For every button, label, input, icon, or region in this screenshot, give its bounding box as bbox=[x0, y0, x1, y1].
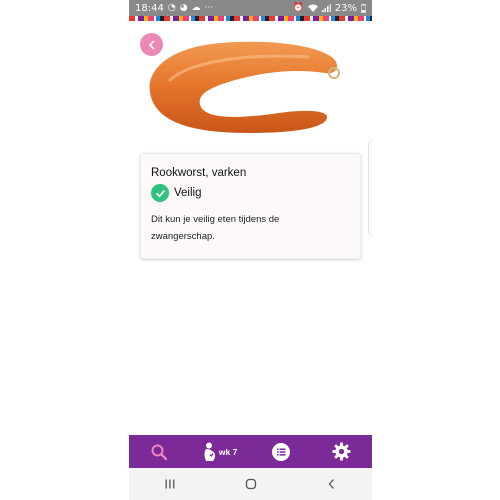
settings-gear-icon bbox=[332, 442, 351, 461]
safety-status-row: Veilig bbox=[151, 184, 350, 202]
week-label: wk 7 bbox=[218, 446, 238, 457]
chat-icon: ◕ bbox=[179, 2, 188, 13]
wifi-icon bbox=[307, 4, 318, 12]
product-name: Rookworst, varken bbox=[151, 167, 247, 179]
search-icon bbox=[151, 444, 168, 460]
chevron-left-icon bbox=[148, 40, 154, 49]
pregnancy-week-icon bbox=[204, 442, 216, 461]
bottom-navigation: wk 7 bbox=[129, 435, 372, 468]
smoked-sausage-image bbox=[149, 41, 340, 133]
back-icon bbox=[328, 479, 334, 489]
whatsapp-icon: ◔ bbox=[167, 2, 176, 13]
recent-apps-button[interactable] bbox=[150, 470, 190, 498]
product-description: Dit kun je veilig eten tijdens de zwange… bbox=[151, 214, 280, 242]
safety-status-label: Veilig bbox=[174, 187, 202, 199]
nav-list[interactable] bbox=[256, 435, 306, 468]
phone-screen: 18:44 ◔ ◕ ☁ ··· ⏰ 23% Rookworst, varken … bbox=[129, 0, 372, 500]
more-dots-icon: ··· bbox=[204, 2, 214, 13]
system-back-button[interactable] bbox=[312, 470, 352, 498]
status-bar: 18:44 ◔ ◕ ☁ ··· ⏰ 23% bbox=[129, 0, 372, 16]
next-card-peek[interactable] bbox=[368, 140, 372, 236]
product-image bbox=[129, 21, 372, 133]
nav-pregnancy-week[interactable]: wk 7 bbox=[195, 435, 245, 468]
alarm-icon: ⏰ bbox=[292, 2, 304, 13]
checkmark-icon bbox=[151, 184, 169, 202]
status-bar-right: ⏰ 23% bbox=[293, 3, 366, 14]
system-navigation-bar bbox=[129, 468, 372, 500]
battery-icon bbox=[361, 3, 366, 13]
battery-percentage: 23% bbox=[334, 2, 357, 14]
recent-apps-icon bbox=[165, 479, 174, 489]
product-info-card: Rookworst, varken Veilig Dit kun je veil… bbox=[140, 153, 361, 259]
status-bar-left: 18:44 ◔ ◕ ☁ ··· bbox=[135, 3, 213, 14]
status-time: 18:44 bbox=[135, 2, 164, 14]
nav-settings[interactable] bbox=[317, 435, 367, 468]
cloud-icon: ☁ bbox=[191, 2, 201, 13]
nav-search[interactable] bbox=[134, 435, 184, 468]
home-button[interactable] bbox=[231, 470, 271, 498]
home-icon bbox=[245, 478, 256, 490]
signal-icon bbox=[321, 4, 331, 12]
back-button[interactable] bbox=[140, 33, 163, 56]
list-icon bbox=[271, 442, 290, 461]
